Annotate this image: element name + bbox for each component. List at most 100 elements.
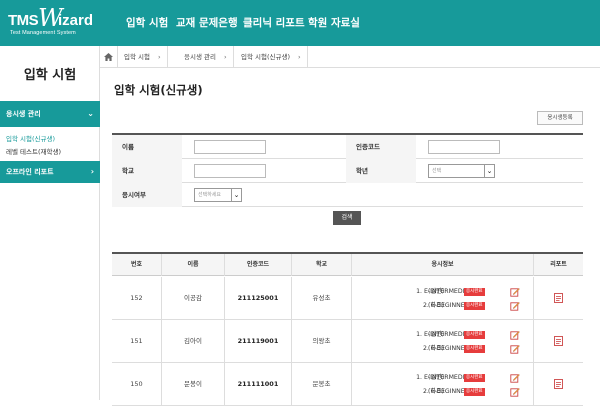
column-header: 학교 [292, 254, 352, 276]
search-button[interactable]: 검색 [333, 211, 361, 225]
logo-subtitle: Test Management System [10, 30, 76, 36]
edit-icon[interactable] [510, 287, 520, 297]
nav-question-bank[interactable]: 교재 문제은행 [176, 15, 238, 30]
status-badge: 응시완료 [464, 374, 485, 382]
breadcrumb-label: 응시생 관리 [184, 53, 216, 61]
breadcrumb-item[interactable]: 응시생 관리 › [184, 46, 234, 68]
nav-entrance-exam[interactable]: 입학 시험 [126, 15, 168, 30]
tms-wizard-logo[interactable]: TMS W izard Test Management System [8, 4, 96, 40]
form-row: 이름 인증코드 [112, 135, 583, 159]
chevron-down-icon: ⌄ [87, 109, 94, 118]
exam-type: (일반) [428, 288, 445, 295]
exam-entry: 1. E-INTERMEDIATE (일반) 응시완료 [360, 286, 532, 298]
status-badge: 응시완료 [464, 288, 485, 296]
status-select[interactable]: 선택하세요 ⌄ [194, 188, 242, 202]
grade-label: 학년 [346, 159, 416, 183]
form-row: 응시여부 선택하세요 ⌄ [112, 183, 583, 207]
status-badge: 응시완료 [464, 302, 485, 310]
chevron-right-icon: › [158, 53, 161, 61]
exam-entry: 2. E-BEGINNER (하프) 응시완료 [360, 386, 532, 398]
nav-clinic-report[interactable]: 클리닉 리포트 [243, 15, 305, 30]
row-exam-info-cell: 1. E-INTERMEDIATE (일반) 응시완료 2. E-BEGINNER (하… [352, 277, 534, 320]
sidebar-menu-label: 응시생 관리 [6, 110, 41, 118]
search-form: 이름 인증코드 학교 학년 선택 ⌄ 응시여부 선택하세요 ⌄ [112, 133, 583, 207]
home-icon[interactable] [100, 46, 118, 68]
edit-icon[interactable] [510, 330, 520, 340]
status-badge: 응시완료 [464, 388, 485, 396]
top-navigation-bar: TMS W izard Test Management System 입학 시험… [0, 0, 600, 46]
report-icon[interactable] [554, 336, 563, 346]
code-label: 인증코드 [346, 135, 416, 159]
chevron-down-icon: ⌄ [231, 189, 241, 201]
row-report-cell [534, 277, 583, 320]
column-header: 인증코드 [225, 254, 292, 276]
breadcrumb-label: 입학 시험 [124, 53, 150, 61]
nav-academy-resources[interactable]: 학원 자료실 [308, 15, 360, 30]
name-label: 이름 [112, 135, 182, 159]
row-exam-info-cell: 1. E-INTERMEDIATE (일반) 응시완료 2. E-BEGINNER (하… [352, 320, 534, 363]
grade-select[interactable]: 선택 ⌄ [428, 164, 495, 178]
chevron-right-icon: › [90, 167, 94, 176]
column-header: 이름 [162, 254, 225, 276]
chevron-right-icon: › [298, 53, 301, 61]
column-header: 번호 [112, 254, 162, 276]
exam-entry: 2. E-BEGINNER (하프) 응시완료 [360, 300, 532, 312]
status-select-value: 선택하세요 [198, 192, 222, 198]
breadcrumb-item[interactable]: 입학 시험(신규생) › [241, 46, 308, 68]
row-code-cell: 211119001 [225, 320, 292, 363]
edit-icon[interactable] [510, 344, 520, 354]
sidebar-item-level-test[interactable]: 레벨 테스트(재학생) [6, 146, 61, 156]
report-icon[interactable] [554, 379, 563, 389]
page-title: 입학 시험(신규생) [114, 83, 203, 97]
row-number-cell: 152 [112, 277, 162, 320]
table-row: 151 김아이 211119001 의왕초 1. E-INTERMEDIATE (일반) 응… [112, 320, 583, 363]
exam-type: (하프) [428, 302, 445, 309]
table-row: 152 이공감 211125001 유성초 1. E-INTERMEDIATE (일반) 응… [112, 277, 583, 320]
breadcrumb-label: 입학 시험(신규생) [241, 53, 290, 61]
row-name-cell: 이공감 [162, 277, 225, 320]
exam-type: (일반) [428, 331, 445, 338]
sidebar: 입학 시험 응시생 관리 ⌄ 입학 시험(신규생) 레벨 테스트(재학생) 오프… [0, 46, 100, 400]
status-badge: 응시완료 [464, 331, 485, 339]
results-table: 번호 이름 인증코드 학교 응시정보 리포트 152 이공감 211125001 유성… [112, 252, 583, 406]
sidebar-menu-label: 오프라인 리포트 [6, 168, 54, 176]
status-badge: 응시완료 [464, 345, 485, 353]
edit-icon[interactable] [510, 387, 520, 397]
name-input[interactable] [194, 140, 266, 154]
row-report-cell [534, 320, 583, 363]
exam-entry: 2. E-BEGINNER (하프) 응시완료 [360, 343, 532, 355]
breadcrumb: 입학 시험 › 응시생 관리 › 입학 시험(신규생) › [100, 46, 600, 68]
edit-icon[interactable] [510, 373, 520, 383]
breadcrumb-item[interactable]: 입학 시험 › [124, 46, 168, 68]
chevron-down-icon: ⌄ [484, 165, 494, 177]
report-icon[interactable] [554, 293, 563, 303]
exam-type: (하프) [428, 345, 445, 352]
column-header: 응시정보 [352, 254, 534, 276]
row-school-cell: 의왕초 [292, 320, 352, 363]
logo-izard-text: izard [58, 12, 94, 29]
sidebar-title: 입학 시험 [23, 68, 77, 83]
exam-entry: 1. E-INTERMEDIATE (일반) 응시완료 [360, 372, 532, 384]
logo-tms-text: TMS [8, 12, 39, 29]
exam-type: (하프) [428, 388, 445, 395]
chevron-right-icon: › [223, 53, 227, 61]
row-name-cell: 김아이 [162, 320, 225, 363]
table-header: 번호 이름 인증코드 학교 응시정보 리포트 [112, 254, 583, 276]
register-candidate-button[interactable]: 응시생등록 [537, 111, 583, 125]
row-school-cell: 유성초 [292, 277, 352, 320]
exam-type: (일반) [428, 374, 445, 381]
column-header: 리포트 [550, 261, 567, 268]
school-label: 학교 [112, 159, 182, 183]
row-number-cell: 151 [112, 320, 162, 363]
exam-entry: 1. E-INTERMEDIATE (일반) 응시완료 [360, 329, 532, 341]
row-code-cell: 211125001 [225, 277, 292, 320]
sidebar-menu-offline-report[interactable]: 오프라인 리포트 › [0, 161, 100, 183]
edit-icon[interactable] [510, 301, 520, 311]
status-label: 응시여부 [112, 183, 182, 207]
code-input[interactable] [428, 140, 500, 154]
grade-select-value: 선택 [432, 168, 442, 174]
form-row: 학교 학년 선택 ⌄ [112, 159, 583, 183]
sidebar-menu-candidate-management[interactable]: 응시생 관리 ⌄ [0, 101, 100, 127]
sidebar-item-entrance-exam-new[interactable]: 입학 시험(신규생) [6, 133, 55, 143]
school-input[interactable] [194, 164, 266, 178]
